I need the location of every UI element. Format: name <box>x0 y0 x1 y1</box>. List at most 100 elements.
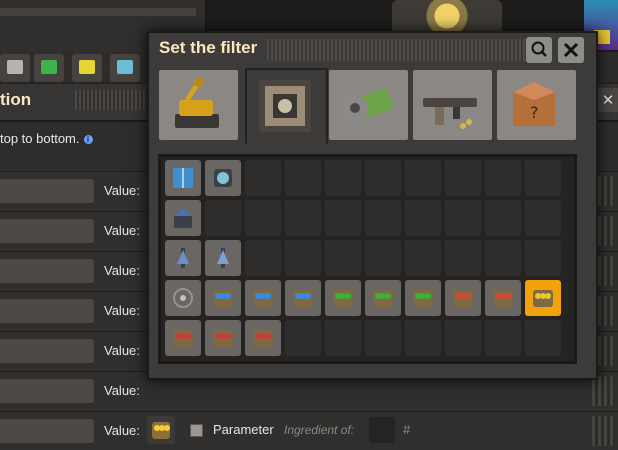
grid-item-productivity-module-2[interactable] <box>365 280 401 316</box>
item-grid <box>158 154 577 364</box>
tab-production[interactable] <box>245 68 328 144</box>
value-field[interactable] <box>0 339 94 363</box>
value-label: Value: <box>104 423 140 438</box>
close-panel-button[interactable]: ✕ <box>598 88 618 112</box>
toolbar-item-4[interactable] <box>110 54 140 82</box>
value-field[interactable] <box>0 179 94 203</box>
gear-circuit-icon <box>342 88 394 121</box>
value-field[interactable] <box>0 259 94 283</box>
close-button[interactable] <box>558 37 584 63</box>
icon-toolbar <box>0 54 150 82</box>
grid-empty-slot <box>485 320 521 356</box>
grid-empty-slot <box>365 240 401 276</box>
grid-item-beacon-upgraded[interactable] <box>205 240 241 276</box>
value-icon-slot[interactable] <box>147 416 175 444</box>
tab-combat[interactable] <box>413 70 492 140</box>
value-label: Value: <box>104 263 140 278</box>
ingredient-label: Ingredient of: <box>284 423 355 437</box>
tab-other[interactable]: ? <box>497 70 576 140</box>
parameter-checkbox[interactable] <box>190 424 203 437</box>
value-label: Value: <box>104 303 140 318</box>
parameter-label: Parameter <box>213 422 274 437</box>
grid-item-speed-module-2[interactable] <box>245 280 281 316</box>
value-label: Value: <box>104 383 140 398</box>
grid-item-solar-panel[interactable] <box>165 160 201 196</box>
instruction-text: top to bottom. i <box>0 131 93 146</box>
grid-empty-slot <box>245 200 281 236</box>
grid-empty-slot <box>325 240 361 276</box>
value-label: Value: <box>104 183 140 198</box>
row-scroll-grip[interactable] <box>592 376 614 406</box>
gun-icon <box>423 98 477 129</box>
grid-empty-slot <box>405 320 441 356</box>
grid-item-efficiency-module-1[interactable] <box>445 280 481 316</box>
grid-empty-slot <box>245 160 281 196</box>
grid-empty-slot <box>445 200 481 236</box>
value-field[interactable] <box>0 419 94 443</box>
grid-empty-slot <box>445 160 481 196</box>
grid-empty-slot <box>485 160 521 196</box>
red-module-3-icon <box>253 330 273 347</box>
dialog-drag-handle[interactable] <box>267 39 525 61</box>
toolbar-item-2[interactable] <box>34 54 64 82</box>
solar-panel-icon <box>173 168 193 188</box>
dialog-title: Set the filter <box>159 38 258 57</box>
beacon-icon <box>177 248 189 268</box>
grid-item-productivity-module-3[interactable] <box>405 280 441 316</box>
grid-empty-slot <box>525 320 561 356</box>
hash-label: # <box>403 422 411 437</box>
grid-empty-slot <box>365 160 401 196</box>
toolbar-item-1[interactable] <box>0 54 30 82</box>
search-button[interactable] <box>526 37 552 63</box>
grid-empty-slot <box>525 160 561 196</box>
toolbar-item-3[interactable] <box>72 54 102 82</box>
productivity-module-2-icon <box>373 290 393 307</box>
speed-module-2-icon <box>253 290 273 307</box>
grid-item-speed-module-1[interactable] <box>205 280 241 316</box>
instruction-label: top to bottom. <box>0 131 80 146</box>
value-field[interactable] <box>0 379 94 403</box>
grid-item-speed-module-3[interactable] <box>285 280 321 316</box>
efficiency-module-1-icon <box>453 290 473 307</box>
panel-strip <box>0 8 196 16</box>
speed-module-1-icon <box>213 290 233 307</box>
speed-module-3-icon <box>293 290 313 307</box>
grid-item-accumulator[interactable] <box>205 160 241 196</box>
grid-empty-slot <box>525 240 561 276</box>
grid-item-quality-module-selected[interactable] <box>525 280 561 316</box>
ingredient-slot[interactable] <box>369 417 395 443</box>
accumulator-icon <box>214 169 232 187</box>
productivity-module-3-icon <box>413 290 433 307</box>
tab-intermediates[interactable] <box>329 70 408 140</box>
svg-text:?: ? <box>530 103 539 122</box>
search-icon <box>531 41 547 57</box>
close-icon <box>563 42 579 58</box>
filter-dialog: Set the filter ? <box>147 31 598 380</box>
grid-item-beacon[interactable] <box>165 240 201 276</box>
grid-empty-slot <box>285 160 321 196</box>
inserter-icon <box>175 77 219 128</box>
grid-item-productivity-module-1[interactable] <box>325 280 361 316</box>
panel-title: tion <box>0 90 32 109</box>
grid-empty-slot <box>325 200 361 236</box>
header-grip <box>75 90 150 110</box>
assembler-icon <box>259 80 311 132</box>
grid-item-red-module-1[interactable] <box>165 320 201 356</box>
grid-item-red-module-3[interactable] <box>245 320 281 356</box>
grid-item-efficiency-module-2[interactable] <box>485 280 521 316</box>
tab-logistics[interactable] <box>159 70 238 140</box>
grid-empty-slot <box>485 200 521 236</box>
value-field[interactable] <box>0 219 94 243</box>
grid-item-red-module-2[interactable] <box>205 320 241 356</box>
beacon-upgraded-icon <box>217 248 229 268</box>
grid-empty-slot <box>325 160 361 196</box>
grid-item-radar[interactable] <box>165 200 201 236</box>
productivity-module-1-icon <box>333 290 353 307</box>
info-icon[interactable]: i <box>83 135 93 144</box>
grid-empty-slot <box>525 200 561 236</box>
value-label: Value: <box>104 343 140 358</box>
row-scroll-grip[interactable] <box>592 416 614 446</box>
grid-empty-slot <box>205 200 241 236</box>
value-field[interactable] <box>0 299 94 323</box>
grid-item-spider-module[interactable] <box>165 280 201 316</box>
